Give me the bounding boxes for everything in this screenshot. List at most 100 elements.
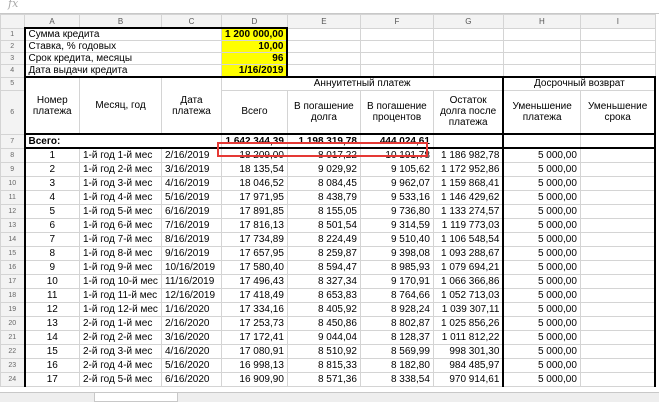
row-number[interactable]: 23 — [0, 357, 25, 373]
reduce-term-amount-cell[interactable] — [579, 343, 657, 359]
loan-amount-label[interactable]: Сумма кредита — [23, 27, 222, 41]
column-header-c[interactable]: C — [161, 14, 222, 29]
month-year-header[interactable]: Месяц, год — [79, 76, 162, 135]
payment-number-cell[interactable]: 15 — [23, 343, 80, 359]
term-value[interactable]: 96 — [221, 52, 289, 65]
month-year-cell[interactable]: 1-й год 5-й мес — [79, 203, 162, 219]
row-number[interactable]: 18 — [0, 287, 25, 303]
interest-part-cell[interactable]: 9 736,80 — [359, 203, 434, 219]
payment-date-cell[interactable]: 9/16/2019 — [161, 245, 222, 261]
principal-part-cell[interactable]: 8 405,92 — [286, 301, 361, 317]
remaining-debt-cell[interactable]: 1 159 868,41 — [432, 175, 504, 191]
column-header-g[interactable]: G — [432, 14, 504, 29]
remaining-debt-cell[interactable]: 1 133 274,57 — [432, 203, 504, 219]
remaining-debt-cell[interactable]: 998 301,30 — [432, 343, 504, 359]
rate-value[interactable]: 10,00 — [221, 40, 289, 53]
principal-part-cell[interactable]: 8 084,45 — [286, 175, 361, 191]
reduce-term-amount-cell[interactable] — [579, 259, 657, 275]
remaining-debt-cell[interactable]: 1 146 429,62 — [432, 189, 504, 205]
payment-total-cell[interactable]: 16 998,13 — [221, 357, 288, 373]
payment-total-cell[interactable]: 17 891,85 — [221, 203, 288, 219]
reduce-term-amount-cell[interactable] — [579, 329, 657, 345]
remaining-debt-cell[interactable]: 970 914,61 — [432, 371, 504, 387]
remaining-debt-cell[interactable]: 1 025 856,26 — [432, 315, 504, 331]
rate-label[interactable]: Ставка, % годовых — [23, 40, 222, 53]
loan-amount-value[interactable]: 1 200 000,00 — [221, 27, 289, 41]
row-number[interactable]: 16 — [0, 259, 25, 275]
principal-part-cell[interactable]: 8 815,33 — [286, 357, 361, 373]
payment-date-cell[interactable]: 11/16/2019 — [161, 273, 222, 289]
reduce-payment-amount-cell[interactable]: 5 000,00 — [502, 203, 581, 219]
total-header[interactable]: Всего — [221, 89, 288, 135]
payment-total-cell[interactable]: 17 253,73 — [221, 315, 288, 331]
month-year-cell[interactable]: 1-й год 12-й мес — [79, 301, 162, 317]
row-number[interactable]: 15 — [0, 245, 25, 261]
interest-part-cell[interactable]: 9 510,40 — [359, 231, 434, 247]
annuity-payment-header[interactable]: Аннуитетный платеж — [221, 76, 504, 91]
table-row[interactable]: 20 13 2-й год 1-й мес 2/16/2020 17 253,73 8 4… — [0, 315, 657, 331]
early-repayment-header[interactable]: Досрочный возврат — [502, 76, 657, 91]
reduce-term-amount-cell[interactable] — [579, 217, 657, 233]
month-year-cell[interactable]: 1-й год 7-й мес — [79, 231, 162, 247]
row-number[interactable]: 14 — [0, 231, 25, 247]
column-header-d[interactable]: D — [221, 14, 288, 29]
payment-date-header[interactable]: Дата платежа — [161, 76, 222, 135]
remaining-debt-cell[interactable]: 1 093 288,67 — [432, 245, 504, 261]
totals-label[interactable]: Всего: — [23, 133, 222, 149]
payment-number-cell[interactable]: 2 — [23, 161, 80, 177]
payment-date-cell[interactable]: 3/16/2019 — [161, 161, 222, 177]
payment-total-cell[interactable]: 17 080,91 — [221, 343, 288, 359]
interest-header[interactable]: В погашение процентов — [359, 89, 434, 135]
column-header-f[interactable]: F — [359, 14, 434, 29]
row-number[interactable]: 6 — [0, 89, 25, 135]
table-row[interactable]: 10 3 1-й год 3-й мес 4/16/2019 18 046,52 8 08… — [0, 175, 657, 191]
reduce-payment-amount-cell[interactable]: 5 000,00 — [502, 231, 581, 247]
row-number[interactable]: 4 — [0, 64, 25, 78]
reduce-payment-amount-cell[interactable]: 5 000,00 — [502, 175, 581, 191]
interest-part-cell[interactable]: 8 928,24 — [359, 301, 434, 317]
payment-total-cell[interactable]: 16 909,90 — [221, 371, 288, 387]
table-row[interactable]: 9 2 1-й год 2-й мес 3/16/2019 18 135,54 9 029… — [0, 161, 657, 177]
month-year-cell[interactable]: 1-й год 6-й мес — [79, 217, 162, 233]
issue-date-value[interactable]: 1/16/2019 — [221, 64, 289, 78]
payment-date-cell[interactable]: 1/16/2020 — [161, 301, 222, 317]
remaining-debt-cell[interactable]: 1 011 812,22 — [432, 329, 504, 345]
interest-part-cell[interactable]: 8 182,80 — [359, 357, 434, 373]
column-header-i[interactable]: I — [579, 14, 656, 29]
payment-date-cell[interactable]: 4/16/2020 — [161, 343, 222, 359]
payment-date-cell[interactable]: 2/16/2019 — [161, 147, 222, 163]
payment-date-cell[interactable]: 5/16/2019 — [161, 189, 222, 205]
row-number[interactable]: 8 — [0, 147, 25, 163]
column-header-e[interactable]: E — [286, 14, 361, 29]
remaining-debt-cell[interactable]: 1 066 366,86 — [432, 273, 504, 289]
interest-part-cell[interactable]: 9 533,16 — [359, 189, 434, 205]
row-number[interactable]: 13 — [0, 217, 25, 233]
payment-total-cell[interactable]: 17 734,89 — [221, 231, 288, 247]
month-year-cell[interactable]: 1-й год 1-й мес — [79, 147, 162, 163]
term-label[interactable]: Срок кредита, месяцы — [23, 52, 222, 65]
month-year-cell[interactable]: 2-й год 4-й мес — [79, 357, 162, 373]
payment-total-cell[interactable]: 17 657,95 — [221, 245, 288, 261]
reduce-payment-amount-cell[interactable]: 5 000,00 — [502, 287, 581, 303]
interest-part-cell[interactable]: 8 985,93 — [359, 259, 434, 275]
payment-total-cell[interactable]: 17 971,95 — [221, 189, 288, 205]
reduce-payment-amount-cell[interactable]: 5 000,00 — [502, 189, 581, 205]
reduce-payment-amount-cell[interactable]: 5 000,00 — [502, 245, 581, 261]
payment-date-cell[interactable]: 4/16/2019 — [161, 175, 222, 191]
reduce-term-amount-cell[interactable] — [579, 203, 657, 219]
reduce-term-amount-cell[interactable] — [579, 315, 657, 331]
interest-part-cell[interactable]: 8 569,99 — [359, 343, 434, 359]
payment-number-cell[interactable]: 3 — [23, 175, 80, 191]
principal-part-cell[interactable]: 8 327,34 — [286, 273, 361, 289]
principal-part-cell[interactable]: 8 501,54 — [286, 217, 361, 233]
interest-part-cell[interactable]: 9 314,59 — [359, 217, 434, 233]
reduce-payment-amount-cell[interactable]: 5 000,00 — [502, 301, 581, 317]
principal-part-cell[interactable]: 8 653,83 — [286, 287, 361, 303]
interest-part-cell[interactable]: 8 802,87 — [359, 315, 434, 331]
column-header-b[interactable]: B — [79, 14, 162, 29]
reduce-payment-amount-cell[interactable]: 5 000,00 — [502, 259, 581, 275]
remaining-debt-cell[interactable]: 1 052 713,03 — [432, 287, 504, 303]
payment-total-cell[interactable]: 18 135,54 — [221, 161, 288, 177]
principal-part-cell[interactable]: 9 029,92 — [286, 161, 361, 177]
table-row[interactable]: 16 9 1-й год 9-й мес 10/16/2019 17 580,40 8 5… — [0, 259, 657, 275]
